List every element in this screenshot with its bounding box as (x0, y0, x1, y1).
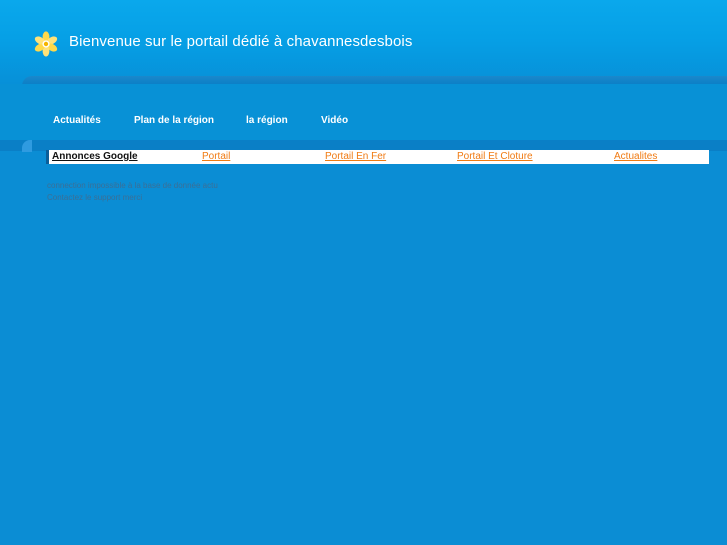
nav-item-plan-region[interactable]: Plan de la région (134, 115, 214, 126)
ad-link-portail[interactable]: Portail (202, 151, 230, 162)
flower-icon (34, 31, 58, 57)
ad-bar-edge (46, 150, 49, 164)
ad-link-portail-et-cloture[interactable]: Portail Et Cloture (457, 151, 533, 162)
ad-strip-corner (22, 140, 32, 152)
error-message-line-2: Contactez le support merci (47, 193, 143, 202)
error-message-line-1: connection impossible à la base de donné… (47, 181, 218, 190)
site-title: Bienvenue sur le portail dédié à chavann… (69, 33, 413, 50)
site-header: Bienvenue sur le portail dédié à chavann… (0, 0, 727, 86)
error-message: connection impossible à la base de donné… (47, 180, 218, 204)
ad-link-portail-en-fer[interactable]: Portail En Fer (325, 151, 386, 162)
ad-link-actualites[interactable]: Actualites (614, 151, 657, 162)
ads-heading[interactable]: Annonces Google (52, 151, 138, 162)
google-ads-bar: Annonces Google Portail Portail En Fer P… (46, 150, 709, 164)
page: Bienvenue sur le portail dédié à chavann… (0, 0, 727, 545)
main-navigation: Actualités Plan de la région la région V… (0, 84, 727, 140)
nav-item-la-region[interactable]: la région (246, 115, 288, 126)
nav-item-actualites[interactable]: Actualités (53, 115, 101, 126)
nav-item-video[interactable]: Vidéo (321, 115, 348, 126)
